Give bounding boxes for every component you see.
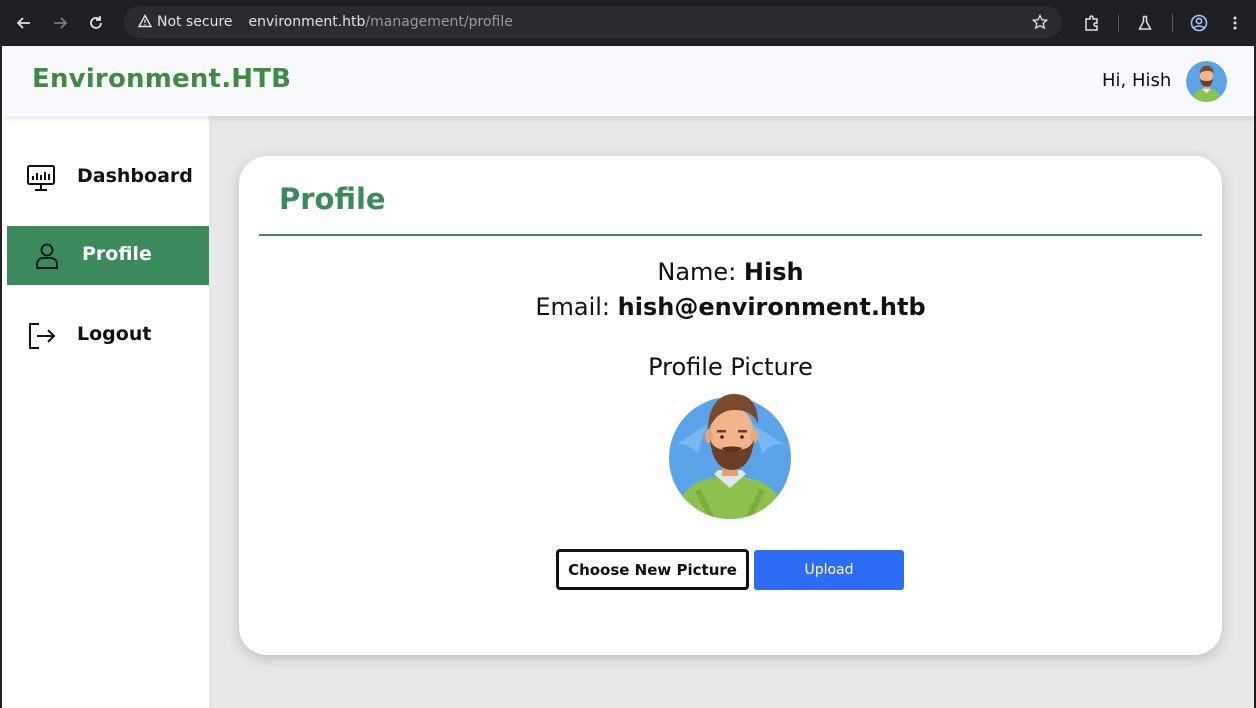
sidebar-item-logout[interactable]: Logout xyxy=(7,306,209,365)
upload-button[interactable]: Upload xyxy=(754,550,904,590)
user-greeting: Hi, Hish xyxy=(1102,70,1172,91)
sidebar-item-label: Dashboard xyxy=(77,165,193,187)
extensions-icon[interactable] xyxy=(1080,11,1104,35)
sidebar-item-dashboard[interactable]: Dashboard xyxy=(7,148,209,207)
profile-email-row: Email: hish@environment.htb xyxy=(239,293,1222,321)
star-icon[interactable] xyxy=(1031,13,1049,34)
user-icon xyxy=(31,240,63,272)
address-bar[interactable]: Not secure environment.htb/management/pr… xyxy=(124,6,1062,38)
security-chip[interactable]: Not secure xyxy=(132,10,239,34)
web-page: Environment.HTB Hi, Hish Dashboard Profi… xyxy=(2,46,1254,708)
sidebar: Dashboard Profile Logout xyxy=(2,116,209,708)
url-path: /management/profile xyxy=(365,14,513,30)
toolbar-separator xyxy=(1172,14,1173,32)
url-host: environment.htb xyxy=(248,14,366,30)
dashboard-monitor-icon xyxy=(25,162,57,194)
labs-flask-icon[interactable] xyxy=(1133,11,1157,35)
sidebar-item-profile[interactable]: Profile xyxy=(7,226,209,285)
choose-picture-button[interactable]: Choose New Picture xyxy=(556,549,749,590)
avatar[interactable] xyxy=(1186,61,1227,102)
sidebar-item-label: Logout xyxy=(77,323,152,345)
forward-arrow-icon[interactable] xyxy=(48,11,72,35)
warning-icon xyxy=(137,13,153,32)
sidebar-item-label: Profile xyxy=(82,243,152,265)
email-label: Email: xyxy=(535,293,610,321)
url-text[interactable]: environment.htb/management/profile xyxy=(249,14,513,30)
name-value: Hish xyxy=(743,258,804,286)
name-label: Name: xyxy=(657,258,737,286)
site-header: Environment.HTB Hi, Hish xyxy=(2,46,1254,116)
profile-picture-heading: Profile Picture xyxy=(648,353,813,381)
reload-icon[interactable] xyxy=(84,11,108,35)
logout-icon xyxy=(25,320,57,352)
security-label: Not secure xyxy=(157,14,233,30)
profile-picture xyxy=(668,390,792,520)
email-value: hish@environment.htb xyxy=(617,293,926,321)
account-icon[interactable] xyxy=(1187,11,1211,35)
kebab-menu-icon[interactable] xyxy=(1223,11,1247,35)
profile-card: Profile Name: Hish Email: hish@environme… xyxy=(239,156,1222,655)
back-arrow-icon[interactable] xyxy=(12,11,36,35)
browser-toolbar: Not secure environment.htb/management/pr… xyxy=(0,0,1256,46)
profile-name-row: Name: Hish xyxy=(239,258,1222,286)
brand-logo-text[interactable]: Environment.HTB xyxy=(32,64,291,94)
title-divider xyxy=(259,234,1202,236)
toolbar-separator xyxy=(1118,14,1119,32)
page-title: Profile xyxy=(279,182,386,216)
